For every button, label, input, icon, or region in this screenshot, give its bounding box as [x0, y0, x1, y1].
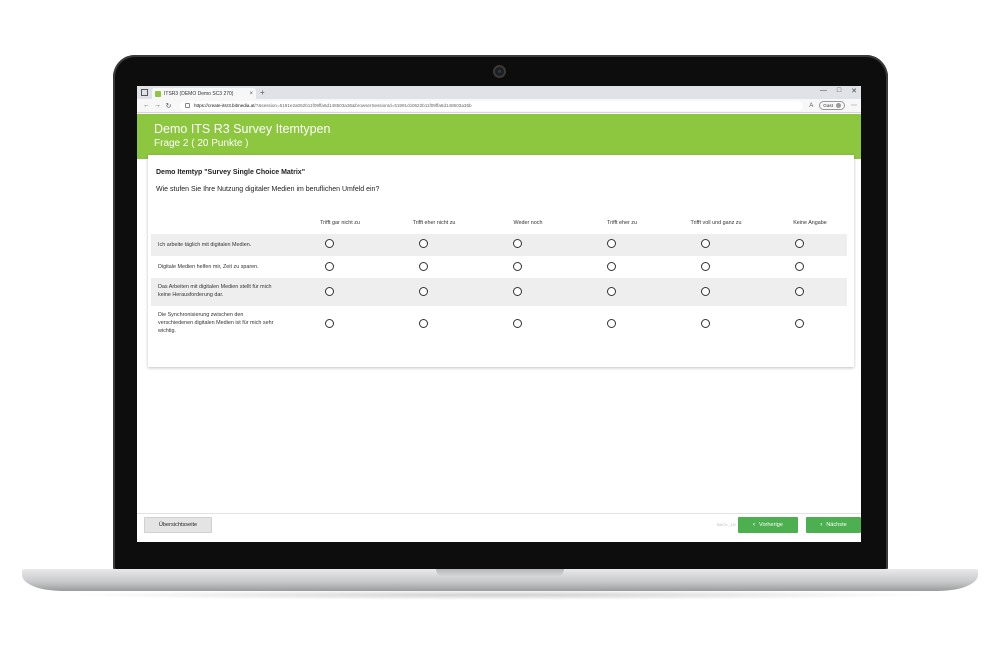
- laptop-shadow: [60, 590, 940, 600]
- radio-option[interactable]: [325, 319, 334, 328]
- reload-icon[interactable]: ↻: [163, 102, 174, 110]
- tab-close-icon[interactable]: ×: [249, 91, 253, 97]
- lock-icon: [185, 103, 190, 108]
- back-icon[interactable]: ←: [141, 102, 152, 109]
- browser-right-controls: A Gast ⋯: [809, 101, 857, 110]
- camera-icon: [493, 65, 506, 78]
- radio-option[interactable]: [419, 319, 428, 328]
- favicon-icon: [155, 90, 161, 97]
- chevron-left-icon: ‹: [753, 522, 756, 528]
- close-window-icon[interactable]: ✕: [851, 87, 857, 95]
- maximize-icon[interactable]: □: [837, 87, 841, 95]
- next-button[interactable]: › Nächste: [806, 517, 861, 533]
- previous-button[interactable]: ‹ Vorherige: [738, 517, 798, 533]
- browser-tab[interactable]: ITSR3 (DEMO Demo SC3 270) ×: [152, 88, 256, 99]
- radio-option[interactable]: [795, 319, 804, 328]
- matrix-row: Die Synchronisierung zwischen den versch…: [151, 306, 847, 346]
- matrix-row: Digitale Medien helfen mir, Zeit zu spar…: [151, 256, 847, 278]
- chevron-right-icon: ›: [820, 522, 823, 528]
- column-header: Trifft voll und ganz zu: [690, 220, 742, 226]
- radio-option[interactable]: [607, 239, 616, 248]
- url-field[interactable]: https://create-itsr3.bitmedia.at/?&sessi…: [180, 100, 804, 111]
- radio-option[interactable]: [795, 262, 804, 271]
- screen: ITSR3 (DEMO Demo SC3 270) × + — □ ✕ ← → …: [137, 86, 861, 542]
- overview-button[interactable]: Übersichtsseite: [144, 517, 212, 533]
- radio-option[interactable]: [795, 239, 804, 248]
- radio-option[interactable]: [325, 262, 334, 271]
- radio-option[interactable]: [513, 287, 522, 296]
- laptop-notch: [436, 569, 564, 577]
- radio-option[interactable]: [701, 262, 710, 271]
- radio-option[interactable]: [513, 239, 522, 248]
- row-label: Digitale Medien helfen mir, Zeit zu spar…: [158, 264, 259, 270]
- browser-tabbar: ITSR3 (DEMO Demo SC3 270) × + — □ ✕: [137, 86, 861, 99]
- tab-actions-icon[interactable]: [141, 89, 148, 96]
- matrix-row: Ich arbeite täglich mit digitalen Medien…: [151, 234, 847, 256]
- row-label: Ich arbeite täglich mit digitalen Medien…: [158, 242, 252, 248]
- item-question: Wie stufen Sie Ihre Nutzung digitaler Me…: [156, 186, 380, 193]
- column-header: Trifft eher zu: [607, 220, 637, 226]
- column-header: Trifft eher nicht zu: [412, 220, 456, 226]
- radio-option[interactable]: [607, 287, 616, 296]
- profile-label: Gast: [823, 103, 833, 108]
- next-label: Nächste: [826, 522, 847, 528]
- column-header: Weder noch: [513, 220, 543, 226]
- window-controls: — □ ✕: [820, 87, 857, 95]
- item-title: Demo Itemtyp "Survey Single Choice Matri…: [156, 169, 306, 176]
- menu-icon[interactable]: ⋯: [851, 102, 857, 109]
- radio-option[interactable]: [513, 262, 522, 271]
- radio-option[interactable]: [701, 319, 710, 328]
- radio-option[interactable]: [701, 239, 710, 248]
- forward-icon[interactable]: →: [152, 102, 163, 109]
- avatar-icon: [836, 103, 841, 108]
- question-counter: Frage 2 ( 20 Punkte ): [154, 138, 249, 149]
- url-host: https://create-itsr3.bitmedia.at: [194, 103, 255, 108]
- radio-option[interactable]: [513, 319, 522, 328]
- page-title: Demo ITS R3 Survey Itemtypen: [154, 122, 331, 136]
- radio-option[interactable]: [795, 287, 804, 296]
- row-label: Das Arbeiten mit digitalen Medien stellt…: [158, 284, 272, 298]
- profile-button[interactable]: Gast: [819, 101, 845, 110]
- radio-option[interactable]: [419, 287, 428, 296]
- new-tab-button[interactable]: +: [260, 89, 265, 97]
- previous-label: Vorherige: [759, 522, 783, 528]
- radio-option[interactable]: [419, 262, 428, 271]
- tab-title: ITSR3 (DEMO Demo SC3 270): [164, 90, 234, 97]
- column-header: Keine Angabe: [793, 220, 827, 226]
- radio-option[interactable]: [325, 239, 334, 248]
- url-path: /?&session=5191e2a062b11f09ffa6d148503a3…: [254, 103, 472, 108]
- radio-option[interactable]: [419, 239, 428, 248]
- minimize-icon[interactable]: —: [820, 87, 827, 95]
- radio-option[interactable]: [325, 287, 334, 296]
- footer-divider: [137, 513, 861, 514]
- radio-option[interactable]: [607, 262, 616, 271]
- row-label: Die Synchronisierung zwischen den versch…: [158, 312, 274, 334]
- radio-option[interactable]: [607, 319, 616, 328]
- question-card: Demo Itemtyp "Survey Single Choice Matri…: [148, 155, 854, 367]
- radio-option[interactable]: [701, 287, 710, 296]
- read-aloud-icon[interactable]: A: [809, 103, 813, 109]
- footer-note: BACK_1/0: [717, 522, 736, 527]
- column-header: Trifft gar nicht zu: [320, 220, 360, 226]
- app-header: Demo ITS R3 Survey Itemtypen Frage 2 ( 2…: [137, 114, 861, 159]
- matrix-row: Das Arbeiten mit digitalen Medien stellt…: [151, 278, 847, 306]
- browser-addressbar: ← → ↻ https://create-itsr3.bitmedia.at/?…: [137, 99, 861, 113]
